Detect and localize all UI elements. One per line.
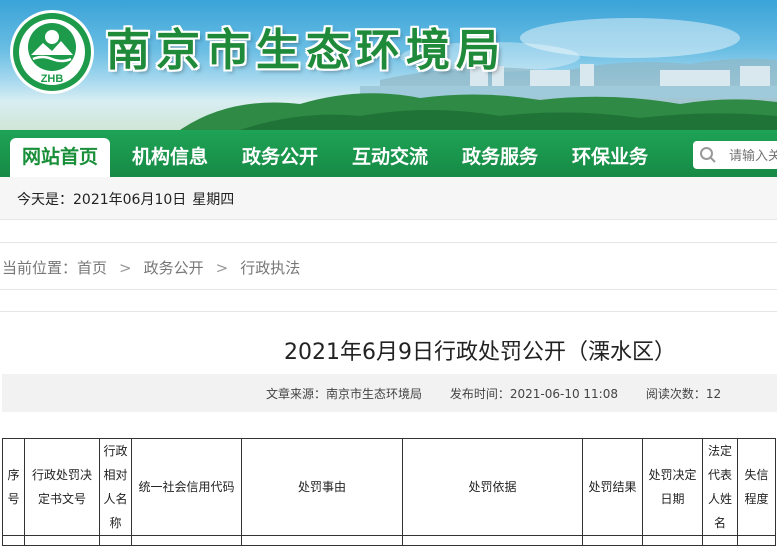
col-header-result: 处罚结果 — [582, 438, 643, 536]
nav-item-interaction[interactable]: 互动交流 — [340, 138, 440, 177]
chevron-right-icon: > — [119, 259, 132, 277]
article-read-count: 阅读次数：12 — [645, 387, 722, 401]
col-header-basis: 处罚依据 — [402, 438, 583, 536]
search-box — [693, 141, 777, 169]
search-input[interactable] — [729, 144, 777, 166]
nav-item-environment[interactable]: 环保业务 — [560, 138, 660, 177]
breadcrumb-prefix: 当前位置： — [2, 259, 78, 277]
breadcrumb: 当前位置：首页 > 政务公开 > 行政执法 — [0, 242, 777, 290]
main-nav: 网站首页 机构信息 政务公开 互动交流 政务服务 环保业务 — [0, 130, 777, 177]
date-bar: 今天是：2021年06月10日 星期四 — [0, 177, 777, 220]
breadcrumb-government-affairs[interactable]: 政务公开 — [144, 259, 204, 277]
search-icon[interactable] — [699, 146, 717, 164]
chevron-right-icon: > — [215, 259, 229, 277]
current-date: 2021年06月10日 — [73, 192, 187, 208]
site-banner: ZHB 南京市生态环境局 — [0, 0, 777, 130]
nav-item-organization[interactable]: 机构信息 — [120, 138, 220, 177]
breadcrumb-law-enforcement[interactable]: 行政执法 — [240, 259, 300, 277]
col-header-credit-code: 统一社会信用代码 — [131, 438, 242, 536]
col-header-legal-rep: 法定代表人姓名 — [702, 438, 738, 536]
col-header-party-name: 行政相对人名称 — [99, 438, 132, 536]
date-label: 今天是：2021年06月10日 星期四 — [17, 189, 234, 209]
zhb-logo: ZHB — [10, 10, 94, 94]
breadcrumb-home[interactable]: 首页 — [77, 259, 107, 277]
table-header-row: 序号 行政处罚决定书文号 行政相对人名称 统一社会信用代码 处罚事由 处罚依据 … — [2, 438, 776, 536]
article: 2021年6月9日行政处罚公开（溧水区） 文章来源：南京市生态环境局 发布时间：… — [0, 311, 777, 553]
current-weekday: 星期四 — [192, 192, 235, 208]
article-meta: 文章来源：南京市生态环境局 发布时间：2021-06-10 11:08 阅读次数… — [2, 374, 777, 412]
nav-item-government-affairs[interactable]: 政务公开 — [230, 138, 330, 177]
table-row — [2, 535, 776, 546]
penalty-table: 序号 行政处罚决定书文号 行政相对人名称 统一社会信用代码 处罚事由 处罚依据 … — [2, 438, 776, 546]
logo-text: ZHB — [41, 73, 64, 85]
col-header-decision-date: 处罚决定日期 — [642, 438, 703, 536]
nav-item-services[interactable]: 政务服务 — [450, 138, 550, 177]
col-header-decision-number: 行政处罚决定书文号 — [24, 438, 100, 536]
col-header-reason: 处罚事由 — [241, 438, 403, 536]
date-prefix: 今天是： — [17, 192, 73, 208]
article-title: 2021年6月9日行政处罚公开（溧水区） — [284, 340, 676, 365]
site-title: 南京市生态环境局 — [106, 25, 506, 76]
article-publish-time: 发布时间：2021-06-10 11:08 — [449, 387, 618, 401]
col-header-credit-level: 失信程度 — [737, 438, 776, 536]
col-header-index: 序号 — [2, 438, 25, 536]
nav-item-home[interactable]: 网站首页 — [10, 138, 110, 177]
article-source: 文章来源：南京市生态环境局 — [266, 387, 423, 401]
